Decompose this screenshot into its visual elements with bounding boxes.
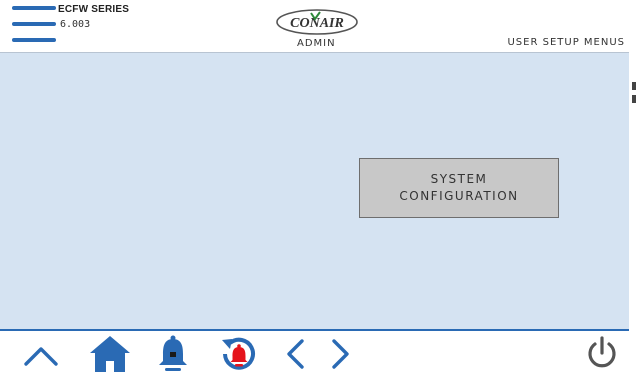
menu-icon[interactable] <box>12 4 56 44</box>
main-panel: SYSTEM CONFIGURATION <box>0 53 629 329</box>
edge-marker <box>632 82 636 90</box>
series-label: ECFW SERIES <box>58 4 130 15</box>
button-line-2: CONFIGURATION <box>399 189 519 203</box>
logo-text: CONAIR <box>290 16 344 31</box>
button-line-1: SYSTEM <box>430 172 488 186</box>
header-bar: ECFW SERIES 6.003 CONAIR ADMIN USER SETU… <box>0 0 629 53</box>
alarm-history-icon[interactable] <box>218 334 260 374</box>
chevron-left-icon[interactable] <box>284 337 308 371</box>
conair-logo: CONAIR <box>276 9 358 35</box>
edge-marker <box>632 95 636 103</box>
version-label: 6.003 <box>60 19 91 30</box>
screen-title: USER SETUP MENUS <box>507 37 625 48</box>
hmi-screen: ECFW SERIES 6.003 CONAIR ADMIN USER SETU… <box>0 0 638 377</box>
home-icon[interactable] <box>88 334 132 374</box>
user-level-label: ADMIN <box>297 38 336 49</box>
power-icon[interactable] <box>584 335 620 373</box>
bell-icon[interactable] <box>156 334 190 374</box>
footer-bar <box>0 329 629 377</box>
system-configuration-button[interactable]: SYSTEM CONFIGURATION <box>359 158 559 218</box>
chevron-right-icon[interactable] <box>328 337 352 371</box>
chevron-up-icon[interactable] <box>22 339 60 371</box>
